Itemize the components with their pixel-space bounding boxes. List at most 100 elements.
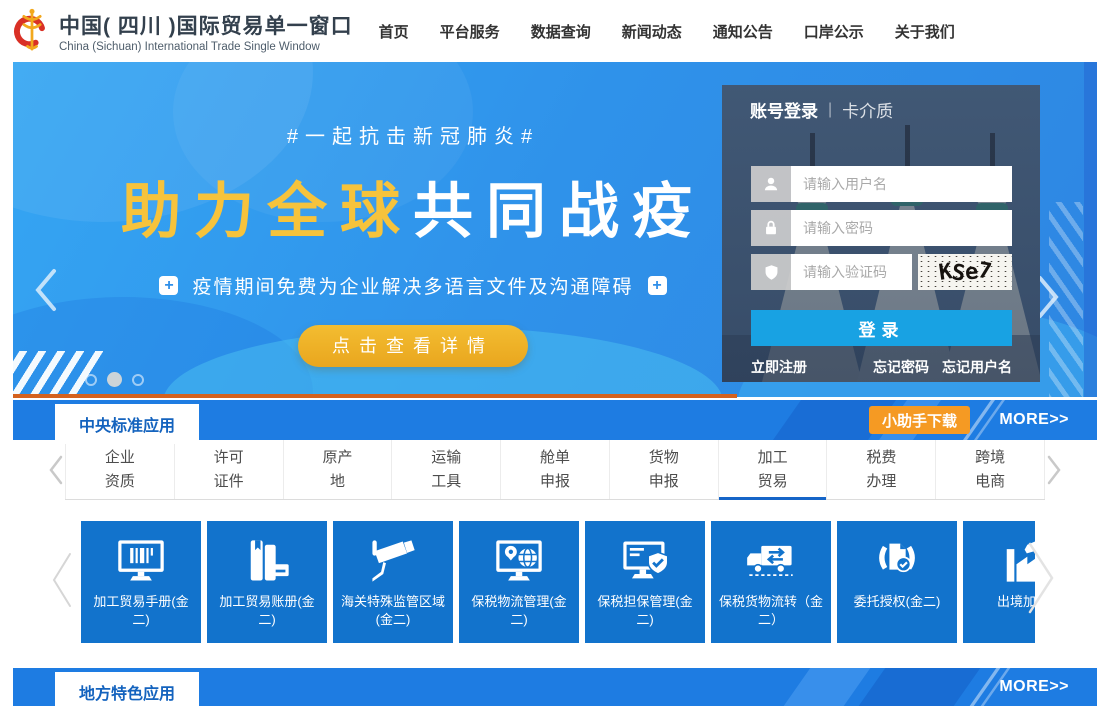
tab-line1: 跨境 [975,446,1005,469]
login-tabs: 账号登录 | 卡介质 [750,97,893,122]
tab-line2: 地 [330,470,345,493]
tab-line2: 证件 [214,470,244,493]
login-links: 立即注册 忘记密码 忘记用户名 [751,357,1012,377]
carousel-dot-2[interactable] [107,372,122,387]
banner-title-highlight: 助力全球 [121,178,413,245]
tab-line1: 许可 [214,446,244,469]
banner-content: #一起抗击新冠肺炎# 助力全球共同战疫 + 疫情期间免费为企业解决多语言文件及沟… [43,62,783,367]
app-card-label: 保税担保管理(金二) [585,593,705,628]
banner-title-normal: 共同战疫 [413,178,705,245]
tab-税费办理[interactable]: 税费办理 [827,440,936,499]
nav-item-2[interactable]: 平台服务 [440,21,500,42]
tab-货物申报[interactable]: 货物申报 [610,440,719,499]
truck-transfer-icon [745,529,797,593]
nav-item-4[interactable]: 新闻动态 [622,21,682,42]
tab-account-login[interactable]: 账号登录 [750,97,818,122]
login-button[interactable]: 登录 [751,310,1012,346]
tab-line1: 原产 [322,446,352,469]
site-title: 中国( 四川 )国际贸易单一窗口 [59,10,353,40]
app-card-label: 加工贸易账册(金二) [207,593,327,628]
tab-line1: 加工 [758,446,788,469]
main-nav: 首页 平台服务 数据查询 新闻动态 通知公告 口岸公示 关于我们 [379,21,955,42]
user-icon [751,166,791,202]
captcha-image[interactable]: KSe7 [918,254,1012,290]
tabs-next-icon[interactable] [1045,454,1063,491]
central-more-link[interactable]: MORE>> [999,400,1069,440]
app-card-4[interactable]: 保税物流管理(金二) [459,521,579,643]
tab-舱单申报[interactable]: 舱单申报 [501,440,610,499]
tab-line1: 舱单 [540,446,570,469]
nav-item-3[interactable]: 数据查询 [531,21,591,42]
app-card-label: 委托授权(金二) [849,593,946,611]
captcha-input[interactable] [791,254,912,290]
app-card-3[interactable]: 海关特殊监管区域(金二) [333,521,453,643]
banner-hashtag: #一起抗击新冠肺炎# [43,120,783,149]
local-section-title: 地方特色应用 [55,672,199,712]
app-card-1[interactable]: 加工贸易手册(金二) [81,521,201,643]
app-card-6[interactable]: 保税货物流转（金二） [711,521,831,643]
password-row [751,210,1012,246]
tab-card-login[interactable]: 卡介质 [842,97,893,122]
helper-download-button[interactable]: 小助手下载 [869,406,970,434]
tab-line1: 企业 [105,446,135,469]
site-subtitle: China (Sichuan) International Trade Sing… [59,41,353,53]
tab-line2: 资质 [105,470,135,493]
cards-next-icon[interactable] [1024,540,1058,621]
ledger-books-icon [241,529,293,593]
tab-原产地[interactable]: 原产地 [284,440,393,499]
nav-item-1[interactable]: 首页 [379,21,409,42]
tabs-prev-icon[interactable] [47,454,65,491]
tab-企业资质[interactable]: 企业资质 [65,440,175,499]
password-input[interactable] [791,210,1012,246]
carousel-dot-1[interactable] [85,374,97,386]
central-section-title: 中央标准应用 [55,404,199,444]
app-card-2[interactable]: 加工贸易账册(金二) [207,521,327,643]
lock-icon [751,210,791,246]
app-cards-row: 加工贸易手册(金二)加工贸易账册(金二)海关特殊监管区域(金二)保税物流管理(金… [81,521,1035,643]
carousel-dot-3[interactable] [132,374,144,386]
register-link[interactable]: 立即注册 [751,357,807,377]
nav-item-5[interactable]: 通知公告 [713,21,773,42]
login-panel: 账号登录 | 卡介质 [722,85,1040,382]
carousel-progress-line [13,394,737,398]
local-more-link[interactable]: MORE>> [999,668,1069,706]
tab-line2: 申报 [540,470,570,493]
cards-prev-icon[interactable] [49,550,75,615]
banner-decoration [1084,62,1097,397]
tab-line2: 贸易 [758,470,788,493]
username-row [751,166,1012,202]
tab-line2: 工具 [431,470,461,493]
tab-line1: 运输 [431,446,461,469]
forgot-username-link[interactable]: 忘记用户名 [942,357,1012,377]
page: 中国( 四川 )国际贸易单一窗口 China (Sichuan) Interna… [0,0,1111,717]
banner-subtitle: 疫情期间免费为企业解决多语言文件及沟通障碍 [192,272,633,299]
nav-item-6[interactable]: 口岸公示 [804,21,864,42]
app-card-label: 加工贸易手册(金二) [81,593,201,628]
forgot-password-link[interactable]: 忘记密码 [873,357,929,377]
local-section-bar: 地方特色应用 MORE>> [13,668,1097,706]
tab-line2: 电商 [975,470,1005,493]
app-card-5[interactable]: 保税担保管理(金二) [585,521,705,643]
carousel-dots [85,372,144,387]
category-tabs-strip: 企业资质许可证件原产地运输工具舱单申报货物申报加工贸易税费办理跨境电商 [13,440,1097,500]
cards-viewport: 加工贸易手册(金二)加工贸易账册(金二)海关特殊监管区域(金二)保税物流管理(金… [81,521,1035,643]
username-input[interactable] [791,166,1012,202]
app-card-7[interactable]: 委托授权(金二) [837,521,957,643]
banner-subtitle-row: + 疫情期间免费为企业解决多语言文件及沟通障碍 + [43,272,783,299]
monitor-logistics-icon [493,529,545,593]
plus-icon: + [159,276,178,295]
plus-icon: + [648,276,667,295]
tab-许可证件[interactable]: 许可证件 [175,440,284,499]
tab-加工贸易[interactable]: 加工贸易 [719,440,828,499]
monitor-barcode-icon [115,529,167,593]
tab-运输工具[interactable]: 运输工具 [392,440,501,499]
category-tabs: 企业资质许可证件原产地运输工具舱单申报货物申报加工贸易税费办理跨境电商 [65,440,1045,500]
carousel-prev-icon[interactable] [33,267,59,318]
nav-item-7[interactable]: 关于我们 [895,21,955,42]
tab-line2: 办理 [866,470,896,493]
tab-line2: 申报 [649,470,679,493]
banner-cta-button[interactable]: 点击查看详情 [298,325,528,367]
tab-separator: | [828,101,832,119]
tab-跨境电商[interactable]: 跨境电商 [936,440,1045,499]
shield-icon [751,254,791,290]
